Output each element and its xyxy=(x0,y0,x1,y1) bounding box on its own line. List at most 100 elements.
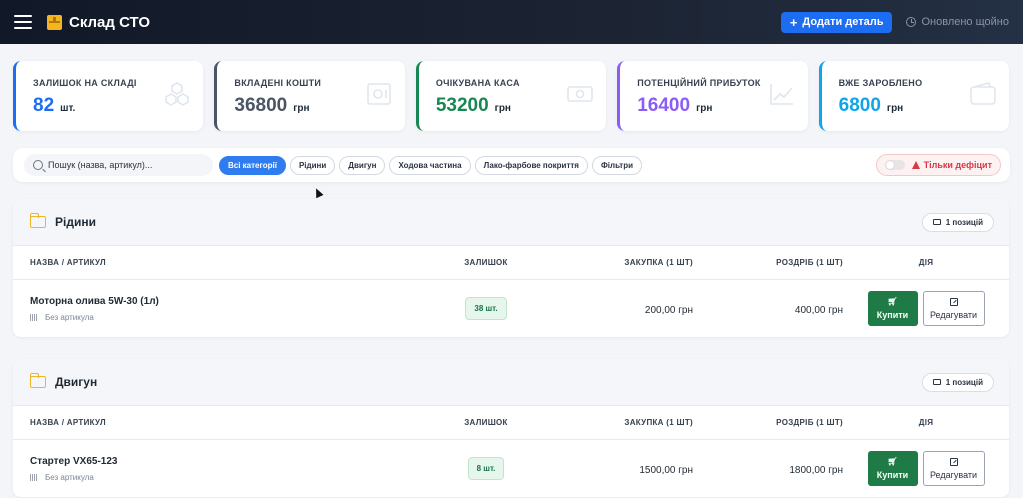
column-header-buy: ЗАКУПКА (1 ШТ) xyxy=(624,418,693,427)
column-header-action: ДІЯ xyxy=(918,258,934,267)
buy-price: 200,00 грн xyxy=(644,304,693,316)
chip-filters[interactable]: Фільтри xyxy=(591,155,643,175)
barcode-icon xyxy=(30,313,38,321)
category-section: Рідини 1 позицій НАЗВА / АРТИКУЛ ЗАЛИШОК… xyxy=(13,199,1009,337)
section-header: Рідини 1 позицій xyxy=(13,199,1009,246)
item-count-text: 1 позицій xyxy=(945,217,983,227)
stock-badge: 8 шт. xyxy=(467,457,505,480)
cart-icon: 🛒︎ xyxy=(887,456,898,466)
box-logo-icon xyxy=(47,14,62,30)
chip-fluids[interactable]: Рідини xyxy=(289,155,336,175)
column-header-name: НАЗВА / АРТИКУЛ xyxy=(30,418,106,427)
buy-label: Купити xyxy=(876,309,909,320)
filter-bar: Всі категорії Рідини Двигун Ходова части… xyxy=(13,148,1010,182)
category-chips: Всі категорії Рідини Двигун Ходова части… xyxy=(219,155,643,175)
category-section: Двигун 1 позицій НАЗВА / АРТИКУЛ ЗАЛИШОК… xyxy=(13,359,1009,497)
sell-price: 400,00 грн xyxy=(794,304,843,316)
item-sku-text: Без артикула xyxy=(45,312,94,322)
stats-row: ЗАЛИШОК НА СКЛАДІ 82 шт. ВКЛАДЕНІ КОШТИ … xyxy=(0,44,1023,131)
pencil-icon xyxy=(949,297,958,306)
mouse-cursor xyxy=(312,186,324,199)
chart-line-icon xyxy=(769,84,793,105)
table-row: Моторна олива 5W-30 (1л) Без артикула 38… xyxy=(13,280,1009,337)
stat-value: 6800 xyxy=(838,95,881,116)
chip-engine[interactable]: Двигун xyxy=(339,155,386,175)
folder-icon xyxy=(29,213,46,228)
edit-label: Редагувати xyxy=(929,309,978,320)
cart-icon: 🛒︎ xyxy=(887,296,898,306)
deficit-filter[interactable]: Тільки дефіцит xyxy=(875,154,1001,176)
stat-card-stock: ЗАЛИШОК НА СКЛАДІ 82 шт. xyxy=(13,61,204,131)
update-status: Оновлено щойно xyxy=(906,16,1009,28)
cubes-icon xyxy=(165,82,190,106)
plus-icon: + xyxy=(789,14,798,30)
search-icon xyxy=(33,160,43,170)
brand: Склад СТО xyxy=(47,14,150,31)
pencil-icon xyxy=(949,457,958,466)
stat-card-earned: ВЖЕ ЗАРОБЛЕНО 6800 грн xyxy=(818,61,1010,131)
stat-value: 16400 xyxy=(637,95,691,116)
stat-unit: грн xyxy=(494,103,511,114)
stock-badge: 38 шт. xyxy=(465,297,507,320)
edit-button[interactable]: Редагувати xyxy=(922,451,985,486)
search-input[interactable] xyxy=(48,160,204,170)
table-row: Стартер VX65-123 Без артикула 8 шт. 1500… xyxy=(13,440,1009,497)
column-header-name: НАЗВА / АРТИКУЛ xyxy=(30,258,106,267)
table-header: НАЗВА / АРТИКУЛ ЗАЛИШОК ЗАКУПКА (1 ШТ) Р… xyxy=(13,406,1009,440)
warning-icon xyxy=(911,161,920,169)
buy-button[interactable]: 🛒︎ Купити xyxy=(867,451,918,486)
item-name: Моторна олива 5W-30 (1л) xyxy=(30,295,159,307)
deficit-toggle[interactable] xyxy=(884,160,905,170)
column-header-sell: РОЗДРІБ (1 ШТ) xyxy=(776,258,843,267)
buy-button[interactable]: 🛒︎ Купити xyxy=(867,291,918,326)
stat-value: 36800 xyxy=(234,95,288,116)
clock-icon xyxy=(906,17,917,27)
chip-all-categories[interactable]: Всі категорії xyxy=(219,155,286,175)
update-status-text: Оновлено щойно xyxy=(921,16,1009,28)
buy-price: 1500,00 грн xyxy=(639,464,693,476)
table-header: НАЗВА / АРТИКУЛ ЗАЛИШОК ЗАКУПКА (1 ШТ) Р… xyxy=(13,246,1009,280)
add-part-button[interactable]: + Додати деталь xyxy=(780,11,893,33)
edit-button[interactable]: Редагувати xyxy=(922,291,985,326)
cash-icon xyxy=(567,86,594,102)
box-icon xyxy=(932,379,941,385)
stat-value: 82 xyxy=(33,95,55,116)
item-name: Стартер VX65-123 xyxy=(30,455,118,467)
item-sku-text: Без артикула xyxy=(45,472,94,482)
column-header-sell: РОЗДРІБ (1 ШТ) xyxy=(776,418,843,427)
item-sku: Без артикула xyxy=(30,473,427,482)
barcode-icon xyxy=(30,473,38,481)
menu-icon[interactable] xyxy=(14,15,32,29)
sell-price: 1800,00 грн xyxy=(789,464,843,476)
edit-label: Редагувати xyxy=(929,469,978,480)
top-bar: Склад СТО + Додати деталь Оновлено щойно xyxy=(0,0,1023,44)
add-part-label: Додати деталь xyxy=(802,16,884,28)
stat-card-expected-cash: ОЧІКУВАНА КАСА 53200 грн xyxy=(415,61,607,131)
safe-icon xyxy=(367,83,391,105)
stat-card-invested: ВКЛАДЕНІ КОШТИ 36800 грн xyxy=(214,61,405,131)
column-header-stock: ЗАЛИШОК xyxy=(464,418,508,427)
section-title: Рідини xyxy=(55,215,96,229)
stat-unit: грн xyxy=(696,103,713,114)
chip-paint[interactable]: Лако-фарбове покриття xyxy=(474,155,588,175)
stat-value: 53200 xyxy=(435,95,489,116)
chip-suspension[interactable]: Ходова частина xyxy=(389,155,471,175)
stat-unit: шт. xyxy=(60,103,76,114)
column-header-stock: ЗАЛИШОК xyxy=(464,258,508,267)
folder-icon xyxy=(29,373,46,388)
stat-unit: грн xyxy=(293,103,310,114)
search-box[interactable] xyxy=(24,154,213,176)
column-header-buy: ЗАКУПКА (1 ШТ) xyxy=(624,258,693,267)
section-title: Двигун xyxy=(55,375,98,389)
item-count-badge: 1 позицій xyxy=(921,212,994,232)
item-count-badge: 1 позицій xyxy=(921,372,994,392)
section-header: Двигун 1 позицій xyxy=(13,359,1009,406)
buy-label: Купити xyxy=(876,469,909,480)
deficit-label: Тільки дефіцит xyxy=(923,160,992,170)
wallet-icon xyxy=(970,82,996,105)
item-count-text: 1 позицій xyxy=(945,377,983,387)
box-icon xyxy=(932,219,941,225)
stat-card-potential-profit: ПОТЕНЦІЙНИЙ ПРИБУТОК 16400 грн xyxy=(617,61,808,131)
stat-unit: грн xyxy=(886,103,904,114)
column-header-action: ДІЯ xyxy=(918,418,934,427)
